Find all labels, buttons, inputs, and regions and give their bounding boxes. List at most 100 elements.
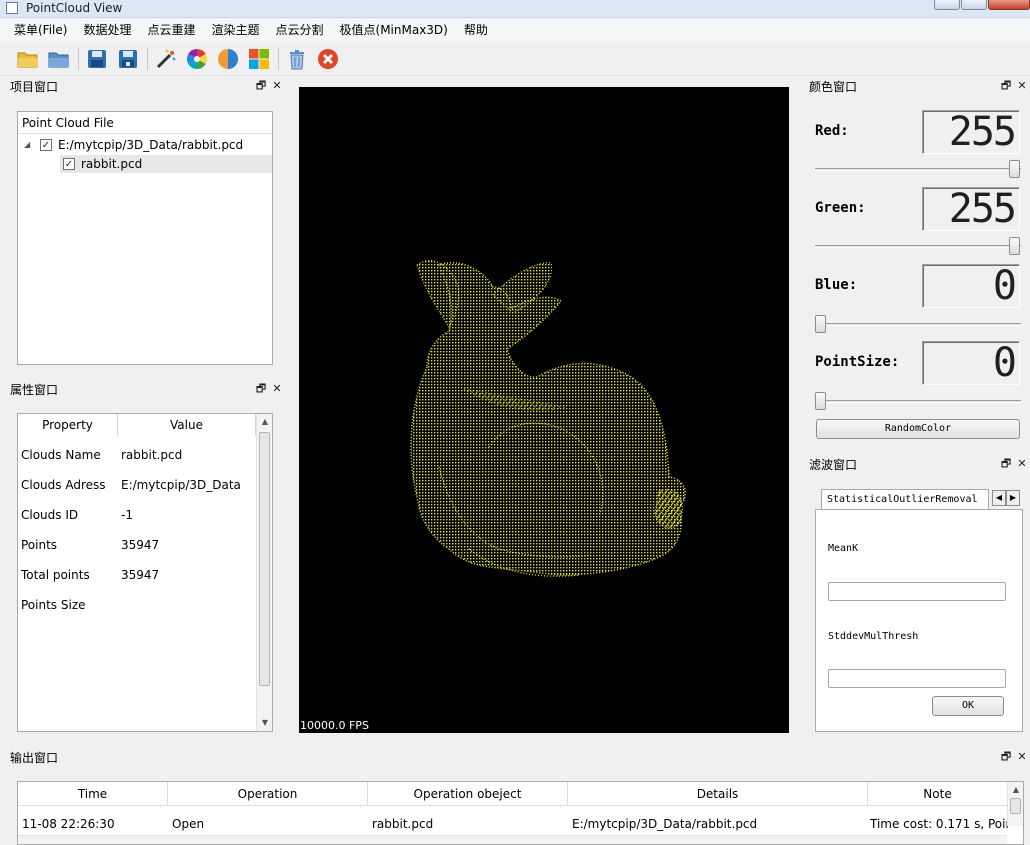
scroll-thumb[interactable]	[1010, 798, 1021, 814]
green-slider[interactable]	[815, 236, 1021, 256]
close-icon[interactable]: ✕	[1016, 751, 1028, 763]
close-icon[interactable]: ✕	[271, 383, 283, 395]
slider-handle[interactable]	[1009, 160, 1020, 178]
property-key: Clouds ID	[21, 508, 79, 522]
random-color-button[interactable]: RandomColor	[816, 419, 1020, 439]
slider-handle[interactable]	[815, 315, 826, 333]
root-checkbox[interactable]: ✓	[40, 139, 52, 151]
menu-minmax3d[interactable]: 极值点(MinMax3D)	[332, 19, 456, 41]
output-hscroll[interactable]	[18, 835, 1007, 844]
menu-render-theme[interactable]: 渲染主题	[203, 19, 267, 41]
stddev-input[interactable]	[828, 669, 1006, 688]
meank-label: MeanK	[828, 543, 859, 554]
output-table-header: Time Operation Operation obeject Details…	[18, 782, 1008, 806]
window-title: PointCloud View	[26, 1, 123, 15]
property-value: 35947	[121, 538, 160, 552]
close-window-button[interactable]	[988, 0, 1030, 10]
blue-slider[interactable]	[815, 314, 1021, 334]
column-operation[interactable]: Operation	[168, 782, 368, 806]
property-key: Clouds Adress	[21, 478, 106, 492]
red-label: Red:	[815, 123, 849, 139]
save-icon[interactable]	[85, 47, 109, 71]
menu-data-processing[interactable]: 数据处理	[75, 19, 139, 41]
column-details[interactable]: Details	[568, 782, 868, 806]
property-scrollbar[interactable]: ▲ ▼	[256, 414, 272, 731]
column-operation-object[interactable]: Operation obeject	[368, 782, 568, 806]
output-vscroll[interactable]: ▲	[1007, 782, 1023, 826]
point-cloud-viewer[interactable]: 10000.0 FPS	[299, 87, 789, 733]
close-circle-icon[interactable]	[316, 47, 340, 71]
open-folder-icon[interactable]	[16, 47, 40, 71]
color-wheel-icon[interactable]	[185, 47, 209, 71]
table-row[interactable]: 11-08 22:26:30 Open rabbit.pcd E:/mytcpi…	[18, 814, 1008, 834]
child-checkbox[interactable]: ✓	[63, 158, 75, 170]
minimize-button[interactable]	[934, 0, 960, 10]
pointsize-slider[interactable]	[815, 391, 1021, 411]
magic-wand-icon[interactable]	[154, 47, 178, 71]
scroll-up-icon[interactable]: ▲	[1008, 782, 1023, 798]
scroll-up-icon[interactable]: ▲	[257, 414, 273, 430]
float-icon[interactable]: 🗗	[255, 80, 267, 92]
menu-file[interactable]: 菜单(File)	[6, 19, 75, 41]
close-icon[interactable]: ✕	[271, 80, 283, 92]
maximize-button[interactable]	[961, 0, 987, 10]
property-key: Clouds Name	[21, 448, 101, 462]
scroll-thumb[interactable]	[259, 432, 270, 686]
tree-item-root[interactable]: ◢ ✓ E:/mytcpip/3D_Data/rabbit.pcd	[18, 136, 272, 154]
menu-segmentation[interactable]: 点云分割	[268, 19, 332, 41]
column-note[interactable]: Note	[868, 782, 1008, 806]
color-dock: 颜色窗口 🗗 ✕ Red: 255 Green: 255 Blue: 0 Poi…	[805, 78, 1030, 444]
property-value: E:/mytcpip/3D_Data	[121, 478, 241, 492]
property-value: rabbit.pcd	[121, 448, 183, 462]
red-lcd: 255	[922, 110, 1020, 154]
property-value: -1	[121, 508, 133, 522]
column-time[interactable]: Time	[18, 782, 168, 806]
float-icon[interactable]: 🗗	[1000, 80, 1012, 92]
tree-item-child[interactable]: ✓ rabbit.pcd	[60, 155, 272, 173]
blue-lcd: 0	[922, 264, 1020, 308]
filter-dock-title: 滤波窗口	[809, 458, 858, 472]
pointsize-lcd: 0	[922, 341, 1020, 385]
column-value[interactable]: Value	[118, 414, 256, 436]
float-icon[interactable]: 🗗	[255, 383, 267, 395]
float-icon[interactable]: 🗗	[1000, 751, 1012, 763]
output-dock-title: 输出窗口	[10, 751, 59, 765]
property-value: 35947	[121, 568, 160, 582]
scroll-down-icon[interactable]: ▼	[257, 715, 273, 731]
menu-help[interactable]: 帮助	[456, 19, 496, 41]
tree-item-child-label: rabbit.pcd	[81, 157, 143, 171]
slider-handle[interactable]	[815, 392, 826, 410]
trash-icon[interactable]	[285, 47, 309, 71]
column-property[interactable]: Property	[18, 414, 118, 436]
close-icon[interactable]: ✕	[1016, 80, 1028, 92]
project-dock: 项目窗口 🗗 ✕ Point Cloud File ◢ ✓ E:/mytcpip…	[6, 78, 285, 372]
save-as-icon[interactable]	[116, 47, 140, 71]
table-row: Total points 35947	[18, 560, 159, 590]
tab-scroll-right-icon[interactable]: ▶	[1006, 490, 1020, 506]
menu-reconstruction[interactable]: 点云重建	[139, 19, 203, 41]
ok-button[interactable]: OK	[932, 696, 1004, 716]
meank-input[interactable]	[828, 582, 1006, 601]
tab-scroll-left-icon[interactable]: ◀	[992, 490, 1006, 506]
green-lcd: 255	[922, 187, 1020, 231]
float-icon[interactable]: 🗗	[1000, 458, 1012, 470]
tab-statistical-outlier-removal[interactable]: StatisticalOutlierRemoval	[821, 489, 989, 509]
property-table-header: Property Value	[18, 414, 256, 436]
slider-handle[interactable]	[1009, 237, 1020, 255]
bunny-point-cloud	[410, 260, 687, 577]
property-dock-title: 属性窗口	[10, 383, 59, 397]
output-table: Time Operation Operation obeject Details…	[17, 781, 1024, 845]
color-dock-title: 颜色窗口	[809, 80, 858, 94]
windows-icon[interactable]	[247, 47, 271, 71]
filter-tab-page: MeanK StddevMulThresh OK	[815, 509, 1023, 732]
table-row: Clouds ID -1	[18, 500, 133, 530]
pointsize-label: PointSize:	[815, 354, 900, 370]
collapse-arrow-icon[interactable]: ◢	[24, 136, 34, 154]
folder-icon[interactable]	[47, 47, 71, 71]
cell-operation: Open	[172, 817, 205, 831]
close-icon[interactable]: ✕	[1016, 458, 1028, 470]
red-slider[interactable]	[815, 159, 1021, 179]
tree-item-root-label: E:/mytcpip/3D_Data/rabbit.pcd	[58, 138, 244, 152]
theme-icon[interactable]	[216, 47, 240, 71]
green-label: Green:	[815, 200, 866, 216]
